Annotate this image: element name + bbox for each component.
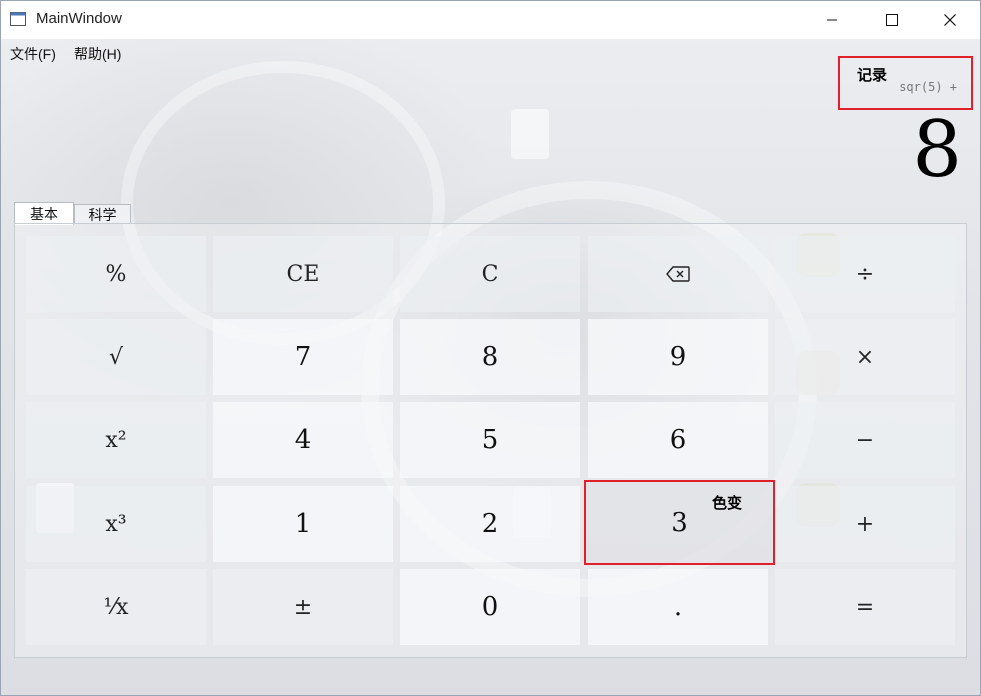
backspace-icon: [666, 266, 690, 282]
color-change-label: 色变: [712, 494, 743, 512]
percent-button[interactable]: %: [26, 236, 206, 312]
maximize-icon: [886, 14, 898, 26]
digit-2-button[interactable]: 2: [400, 486, 580, 562]
clear-entry-button[interactable]: CE: [213, 236, 393, 312]
digit-0-button[interactable]: 0: [400, 569, 580, 645]
history-panel[interactable]: 记录 sqr(5) +: [838, 56, 973, 110]
menu-help[interactable]: 帮助(H): [74, 44, 121, 64]
tab-basic[interactable]: 基本: [14, 202, 74, 225]
multiply-button[interactable]: ×: [775, 319, 955, 395]
history-title: 记录: [857, 66, 888, 84]
history-expression: sqr(5) +: [899, 80, 957, 94]
equals-button[interactable]: =: [775, 569, 955, 645]
minimize-button[interactable]: [808, 1, 856, 39]
negate-button[interactable]: ±: [213, 569, 393, 645]
window-title: MainWindow: [36, 10, 122, 27]
digit-9-button[interactable]: 9: [588, 319, 768, 395]
result-display: 8: [912, 105, 962, 195]
window-app-icon: [10, 12, 26, 26]
close-button[interactable]: [926, 1, 974, 39]
menu-bar: 文件(F) 帮助(H): [1, 39, 980, 67]
digit-8-button[interactable]: 8: [400, 319, 580, 395]
decimal-button[interactable]: .: [588, 569, 768, 645]
clear-button[interactable]: C: [400, 236, 580, 312]
maximize-button[interactable]: [868, 1, 916, 39]
divide-button[interactable]: ÷: [775, 236, 955, 312]
sqrt-button[interactable]: √: [26, 319, 206, 395]
add-button[interactable]: +: [775, 486, 955, 562]
background-file-icon: [511, 109, 549, 159]
title-bar[interactable]: MainWindow: [1, 1, 980, 39]
backspace-button[interactable]: [588, 236, 768, 312]
close-icon: [944, 14, 956, 26]
tab-scientific[interactable]: 科学: [74, 204, 131, 224]
digit-4-button[interactable]: 4: [213, 402, 393, 478]
menu-file[interactable]: 文件(F): [10, 44, 56, 64]
digit-5-button[interactable]: 5: [400, 402, 580, 478]
digit-7-button[interactable]: 7: [213, 319, 393, 395]
digit-1-button[interactable]: 1: [213, 486, 393, 562]
minimize-icon: [827, 19, 837, 21]
subtract-button[interactable]: −: [775, 402, 955, 478]
reciprocal-button[interactable]: ¹⁄x: [26, 569, 206, 645]
cube-button[interactable]: x³: [26, 486, 206, 562]
digit-6-button[interactable]: 6: [588, 402, 768, 478]
digit-3-button[interactable]: 3: [584, 480, 775, 565]
square-button[interactable]: x²: [26, 402, 206, 478]
main-window: MainWindow 文件(F) 帮助(H) 记录 sqr(5) + 8 基本 …: [0, 0, 981, 696]
